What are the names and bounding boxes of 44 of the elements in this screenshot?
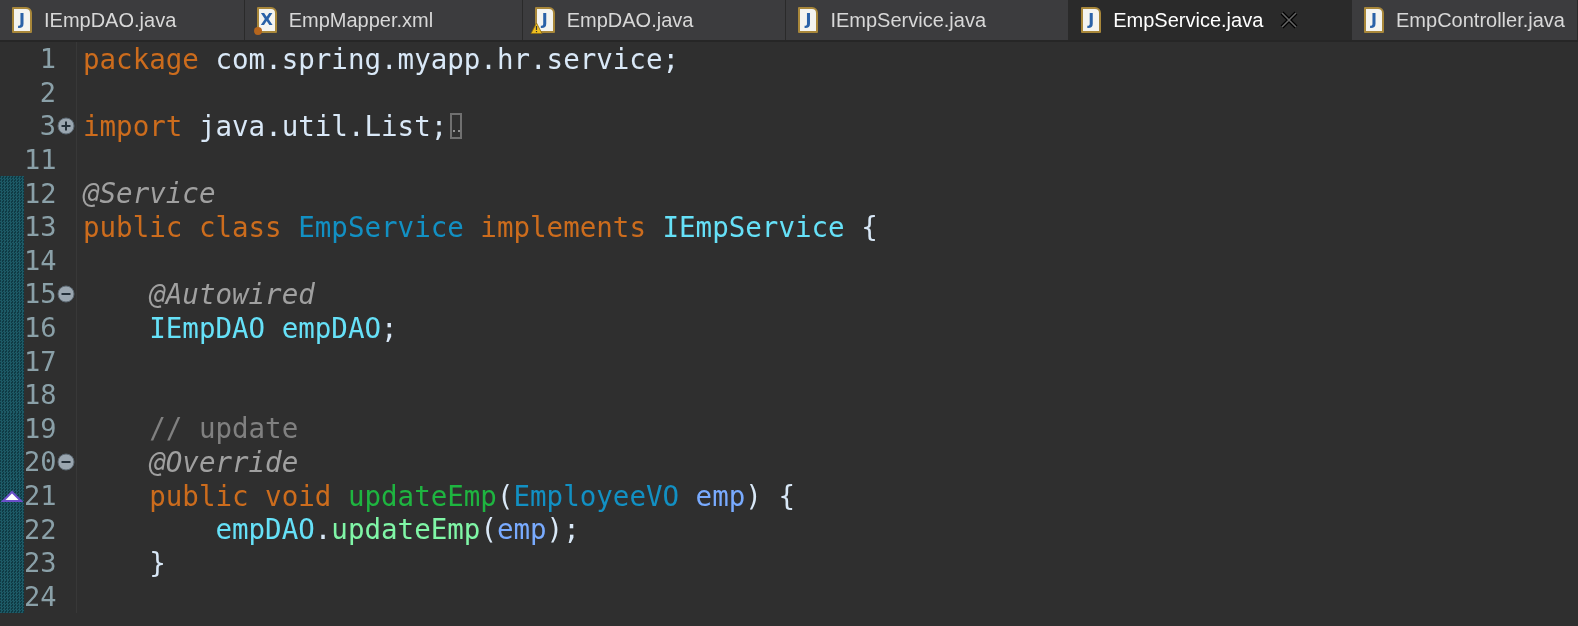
line-number: 15 [24,278,56,310]
code-line: package com.spring.myapp.hr.service; [83,42,680,75]
line-number: 19 [24,412,56,444]
expand-icon[interactable] [57,117,75,135]
code-line: @Service [83,177,216,210]
file-icon: J [798,7,819,33]
editor-tab[interactable]: X EmpMapper.xml [244,0,523,40]
folded-code-icon[interactable] [450,113,463,139]
code-line: } [148,546,166,579]
file-icon: X [256,7,277,33]
line-number: 14 [24,244,56,276]
file-icon: J [1364,7,1384,33]
editor-tab[interactable]: J IEmpService.java [786,0,1070,40]
editor-tab[interactable]: J EmpController.java [1352,0,1578,40]
close-icon[interactable] [1279,10,1300,30]
editor-tab[interactable]: J EmpService.java [1069,0,1352,40]
line-number: 21 [24,480,56,511]
line-number: 22 [24,513,56,545]
editor-tab[interactable]: J EmpDAO.java [522,0,787,40]
line-number: 2 [38,76,56,108]
line-number: 23 [24,547,56,579]
code-line: @Override [148,445,299,478]
code-line: @Autowired [148,277,315,310]
line-number: 17 [24,345,56,377]
line-number: 3 [38,110,56,142]
code-line: empDAO.updateEmp(emp); [214,513,580,546]
line-number: 20 [24,446,56,478]
code-line: IEmpDAO empDAO; [148,311,398,344]
code-line: public class EmpService implements IEmpService { [83,210,878,243]
editor-tab[interactable]: J IEmpDAO.java [0,0,245,40]
line-number: 1 [38,43,56,75]
collapse-icon[interactable] [57,284,75,303]
line-number: 16 [24,312,56,344]
line-number: 24 [24,580,56,612]
file-icon: J [1081,7,1102,33]
line-number: 18 [24,379,56,411]
code-line: public void updateEmp(EmployeeVO emp) { [148,479,795,512]
collapse-icon[interactable] [57,452,75,471]
file-icon: J [12,7,32,33]
code-line: import java.util.List; [83,110,448,142]
code-line: // update [148,412,299,445]
line-number: 12 [24,177,56,209]
line-number: 13 [24,211,56,243]
line-number: 11 [24,144,56,176]
